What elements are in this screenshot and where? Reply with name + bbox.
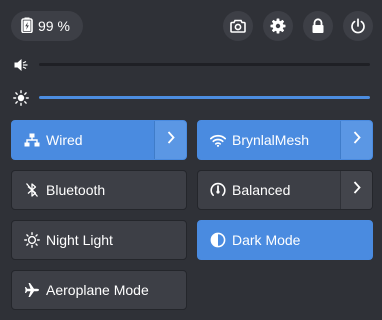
volume-row <box>11 55 371 75</box>
brightness-slider-fill <box>39 96 370 99</box>
bluetooth-toggle-main[interactable]: Bluetooth <box>12 171 186 209</box>
chevron-right-icon <box>353 181 361 199</box>
dark-mode-toggle[interactable]: Dark Mode <box>197 220 373 260</box>
chevron-right-icon <box>167 131 175 149</box>
power-icon <box>350 18 366 34</box>
speedometer-icon <box>209 182 226 199</box>
dark-mode-label: Dark Mode <box>232 232 301 248</box>
dark-mode-toggle-main[interactable]: Dark Mode <box>198 221 372 259</box>
lock-button[interactable] <box>303 11 333 41</box>
night-light-label: Night Light <box>46 232 113 248</box>
bluetooth-disabled-icon <box>23 182 40 199</box>
screenshot-button[interactable] <box>223 11 253 41</box>
wifi-toggle-main[interactable]: BrynlalMesh <box>198 121 340 159</box>
volume-slider[interactable] <box>39 63 370 66</box>
night-light-toggle-main[interactable]: Night Light <box>12 221 186 259</box>
camera-icon <box>230 19 246 33</box>
brightness-slider[interactable] <box>39 96 370 99</box>
wifi-menu-button[interactable] <box>340 121 372 159</box>
power-mode-toggle-main[interactable]: Balanced <box>198 171 340 209</box>
night-light-icon <box>23 232 40 249</box>
power-mode-label: Balanced <box>232 182 291 198</box>
wired-menu-button[interactable] <box>154 121 186 159</box>
speaker-muted-icon[interactable] <box>11 55 31 75</box>
quick-settings-panel: 99 % Wired BrynlalMesh Bluetooth Balance… <box>0 0 382 320</box>
wired-toggle[interactable]: Wired <box>11 120 187 160</box>
brightness-row <box>11 88 371 108</box>
bluetooth-label: Bluetooth <box>46 182 106 198</box>
power-button[interactable] <box>343 11 373 41</box>
aeroplane-mode-label: Aeroplane Mode <box>46 282 149 298</box>
network-wired-icon <box>23 132 40 149</box>
wifi-icon <box>209 132 226 149</box>
lock-icon <box>311 18 325 34</box>
bluetooth-toggle[interactable]: Bluetooth <box>11 170 187 210</box>
battery-charging-icon <box>21 17 33 36</box>
wired-toggle-main[interactable]: Wired <box>12 121 154 159</box>
gear-icon <box>270 18 286 34</box>
chevron-right-icon <box>353 131 361 149</box>
aeroplane-mode-toggle[interactable]: Aeroplane Mode <box>11 270 187 310</box>
night-light-toggle[interactable]: Night Light <box>11 220 187 260</box>
wired-label: Wired <box>46 132 83 148</box>
battery-percent: 99 % <box>38 18 70 34</box>
battery-indicator[interactable]: 99 % <box>11 11 83 41</box>
aeroplane-mode-toggle-main[interactable]: Aeroplane Mode <box>12 271 186 309</box>
wifi-toggle[interactable]: BrynlalMesh <box>197 120 373 160</box>
dark-mode-icon <box>209 232 226 249</box>
power-mode-toggle[interactable]: Balanced <box>197 170 373 210</box>
wifi-label: BrynlalMesh <box>232 132 310 148</box>
power-mode-menu-button[interactable] <box>340 171 372 209</box>
sun-icon <box>11 88 31 108</box>
settings-button[interactable] <box>263 11 293 41</box>
airplane-icon <box>23 282 40 299</box>
